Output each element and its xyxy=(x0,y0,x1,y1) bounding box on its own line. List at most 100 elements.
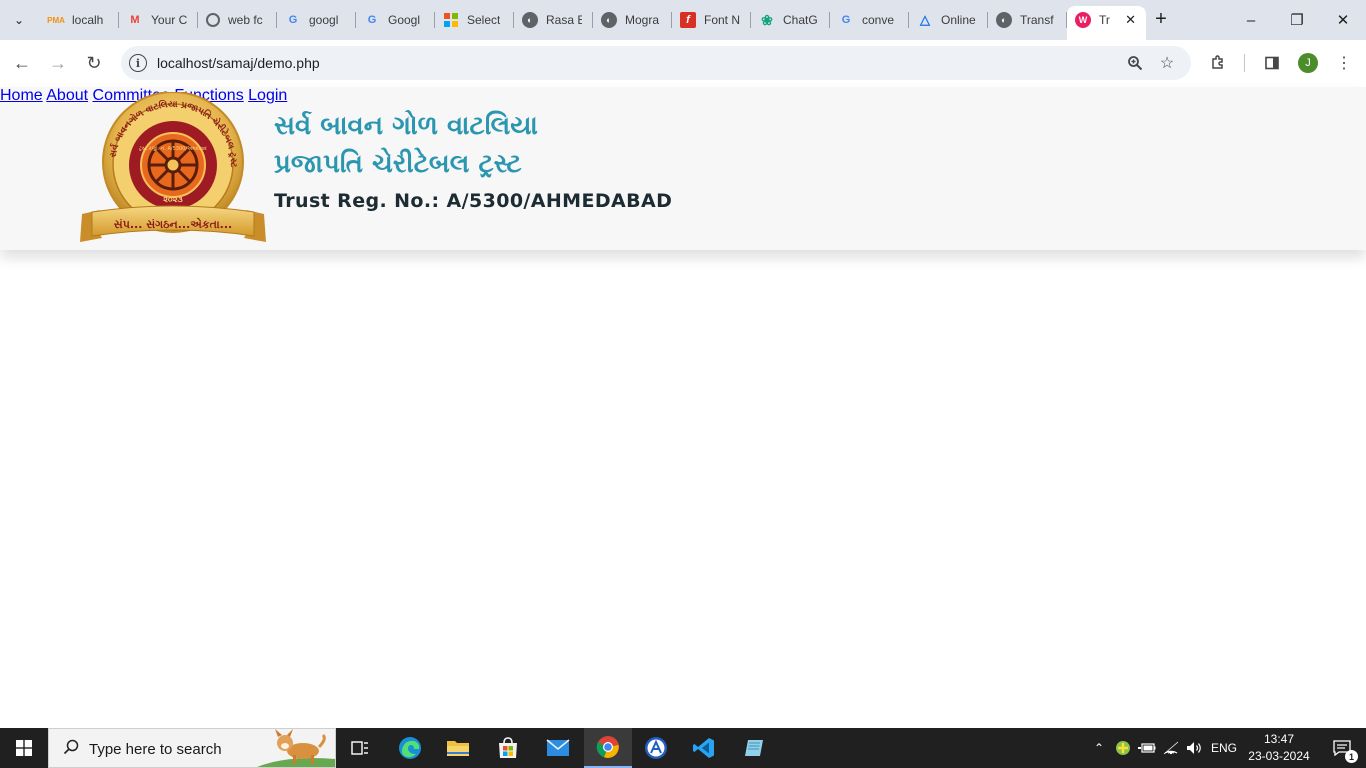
system-clock[interactable]: 13:47 23-03-2024 xyxy=(1244,731,1314,765)
browser-tab[interactable]: ◐ Transf xyxy=(988,6,1067,34)
windows-taskbar: Type here to search ⌃ ENG 13:47 23-03-20… xyxy=(0,728,1366,768)
input-language[interactable]: ENG xyxy=(1208,728,1240,768)
notepad-icon xyxy=(745,740,763,756)
chrome-icon xyxy=(596,736,619,758)
org-title-line2: પ્રજાપતિ ચેરીટેબલ ટ્રસ્ટ xyxy=(274,149,522,179)
reload-button[interactable]: ↻ xyxy=(80,49,108,77)
search-icon xyxy=(63,739,79,760)
edge-app[interactable] xyxy=(386,728,434,768)
browser-tab[interactable]: ◐ Rasa E xyxy=(514,6,593,34)
close-window-button[interactable]: ✕ xyxy=(1320,0,1366,40)
battery-icon[interactable] xyxy=(1136,728,1158,768)
triangle-icon: △ xyxy=(920,12,930,27)
browser-tab[interactable]: M Your C xyxy=(119,6,198,34)
chrome-app[interactable] xyxy=(584,728,632,768)
trust-registration-number: Trust Reg. No.: A/5300/AHMEDABAD xyxy=(274,190,673,212)
browser-tab[interactable]: web fc xyxy=(198,6,277,34)
browser-tab-active[interactable]: W Tr ✕ xyxy=(1067,6,1146,40)
taskbar-search[interactable]: Type here to search xyxy=(48,728,336,768)
notification-center-button[interactable]: 1 xyxy=(1318,728,1366,768)
globe-icon: ◐ xyxy=(601,12,617,28)
notification-count-badge: 1 xyxy=(1345,750,1358,763)
restore-icon: ❐ xyxy=(1290,12,1304,29)
tab-list: PMA localh M Your C web fc G googl G Goo… xyxy=(40,6,1146,40)
nav-home[interactable]: Home xyxy=(0,87,43,104)
arrow-right-icon: → xyxy=(49,52,67,73)
browser-tab[interactable]: G googl xyxy=(277,6,356,34)
address-bar[interactable]: i localhost/samaj/demo.php ☆ xyxy=(121,46,1191,80)
toolbar-divider xyxy=(1244,54,1245,72)
vscode-icon xyxy=(693,738,714,758)
trust-logo[interactable]: સર્વ બાવનગોળ વાટલિયા પ્રજાપતિ ચેરીટેબલ ટ… xyxy=(80,92,266,244)
reload-icon: ↻ xyxy=(86,52,102,73)
browser-tab[interactable]: G conve xyxy=(830,6,909,34)
clock-date: 23-03-2024 xyxy=(1248,749,1310,763)
logo-inner-text: ટ્રસ્ટ રજી. નં. A/5300/અમદાવાદ xyxy=(139,145,208,152)
side-panel-icon[interactable] xyxy=(1260,51,1284,75)
extensions-icon[interactable] xyxy=(1206,51,1230,75)
mail-app[interactable] xyxy=(534,728,582,768)
menu-kebab-icon[interactable]: ⋮ xyxy=(1332,51,1356,75)
close-icon: ✕ xyxy=(1336,12,1350,29)
globe-icon: ◐ xyxy=(996,12,1012,28)
browser-tab-strip: ⌄ PMA localh M Your C web fc G googl G G… xyxy=(0,0,1366,40)
new-tab-button[interactable]: + xyxy=(1150,8,1172,30)
task-view-button[interactable] xyxy=(336,728,384,768)
forward-button[interactable]: → xyxy=(44,49,72,77)
tab-search-button[interactable]: ⌄ xyxy=(6,7,32,33)
back-button[interactable]: ← xyxy=(8,49,36,77)
app-a-icon xyxy=(645,737,667,759)
microsoft-store-app[interactable] xyxy=(484,728,532,768)
chevron-down-icon: ⌄ xyxy=(13,13,25,27)
logo-year: ૨૦૨૩ xyxy=(163,195,183,204)
accessibility-app[interactable] xyxy=(632,728,680,768)
windows-logo-icon xyxy=(16,740,32,756)
org-title-line1: સર્વ બાવન ગોળ વાટલિયા xyxy=(274,111,538,141)
phpmyadmin-icon: PMA xyxy=(47,15,65,25)
folder-icon xyxy=(447,741,469,756)
site-header: સર્વ બાવનગોળ વાટલિયા પ્રજાપતિ ચેરીટેબલ ટ… xyxy=(0,87,1366,250)
browser-tab[interactable]: f Font N xyxy=(672,6,751,34)
notepad-app[interactable] xyxy=(730,728,778,768)
plus-icon: + xyxy=(1155,7,1167,30)
minimize-button[interactable]: – xyxy=(1228,0,1274,40)
bookmark-star-icon[interactable]: ☆ xyxy=(1156,52,1178,74)
browser-tab[interactable]: Select xyxy=(435,6,514,34)
vscode-app[interactable] xyxy=(680,728,728,768)
google-icon: G xyxy=(367,14,377,26)
page-body xyxy=(0,258,1366,728)
restore-button[interactable]: ❐ xyxy=(1274,0,1320,40)
globe-icon: ◐ xyxy=(522,12,538,28)
clock-time: 13:47 xyxy=(1263,732,1295,746)
chevron-up-icon: ⌃ xyxy=(1093,741,1105,755)
close-icon[interactable]: ✕ xyxy=(1125,12,1136,28)
search-placeholder[interactable]: Type here to search xyxy=(89,741,222,758)
tray-app-icon[interactable] xyxy=(1112,728,1134,768)
bing-icon xyxy=(443,12,459,28)
browser-toolbar: ← → ↻ i localhost/samaj/demo.php ☆ ⋮ xyxy=(0,40,1366,86)
profile-avatar[interactable]: J xyxy=(1298,53,1318,73)
volume-icon[interactable] xyxy=(1184,728,1206,768)
chatgpt-icon: ❀ xyxy=(761,11,773,28)
browser-tab[interactable]: G Googl xyxy=(356,6,435,34)
browser-tab[interactable]: PMA localh xyxy=(40,6,119,34)
google-lens-icon xyxy=(206,13,220,27)
start-button[interactable] xyxy=(0,728,48,768)
site-info-icon[interactable]: i xyxy=(129,54,147,72)
browser-tab[interactable]: △ Online xyxy=(909,6,988,34)
wifi-icon[interactable] xyxy=(1160,728,1182,768)
google-icon: G xyxy=(841,14,851,26)
search-highlight-dog-icon xyxy=(257,729,335,767)
logo-ribbon-text: સંપ... સંગઠન...એકતા... xyxy=(114,217,232,231)
zoom-icon[interactable] xyxy=(1124,52,1146,74)
browser-tab[interactable]: ◐ Mogra xyxy=(593,6,672,34)
gmail-icon: M xyxy=(130,14,140,26)
show-hidden-icons-button[interactable]: ⌃ xyxy=(1090,728,1108,768)
edge-icon xyxy=(399,737,421,759)
file-explorer-app[interactable] xyxy=(434,728,482,768)
minimize-icon: – xyxy=(1246,11,1256,29)
store-icon xyxy=(499,737,517,758)
arrow-left-icon: ← xyxy=(13,52,31,73)
browser-tab[interactable]: ❀ ChatG xyxy=(751,6,830,34)
url-text[interactable]: localhost/samaj/demo.php xyxy=(157,55,320,71)
